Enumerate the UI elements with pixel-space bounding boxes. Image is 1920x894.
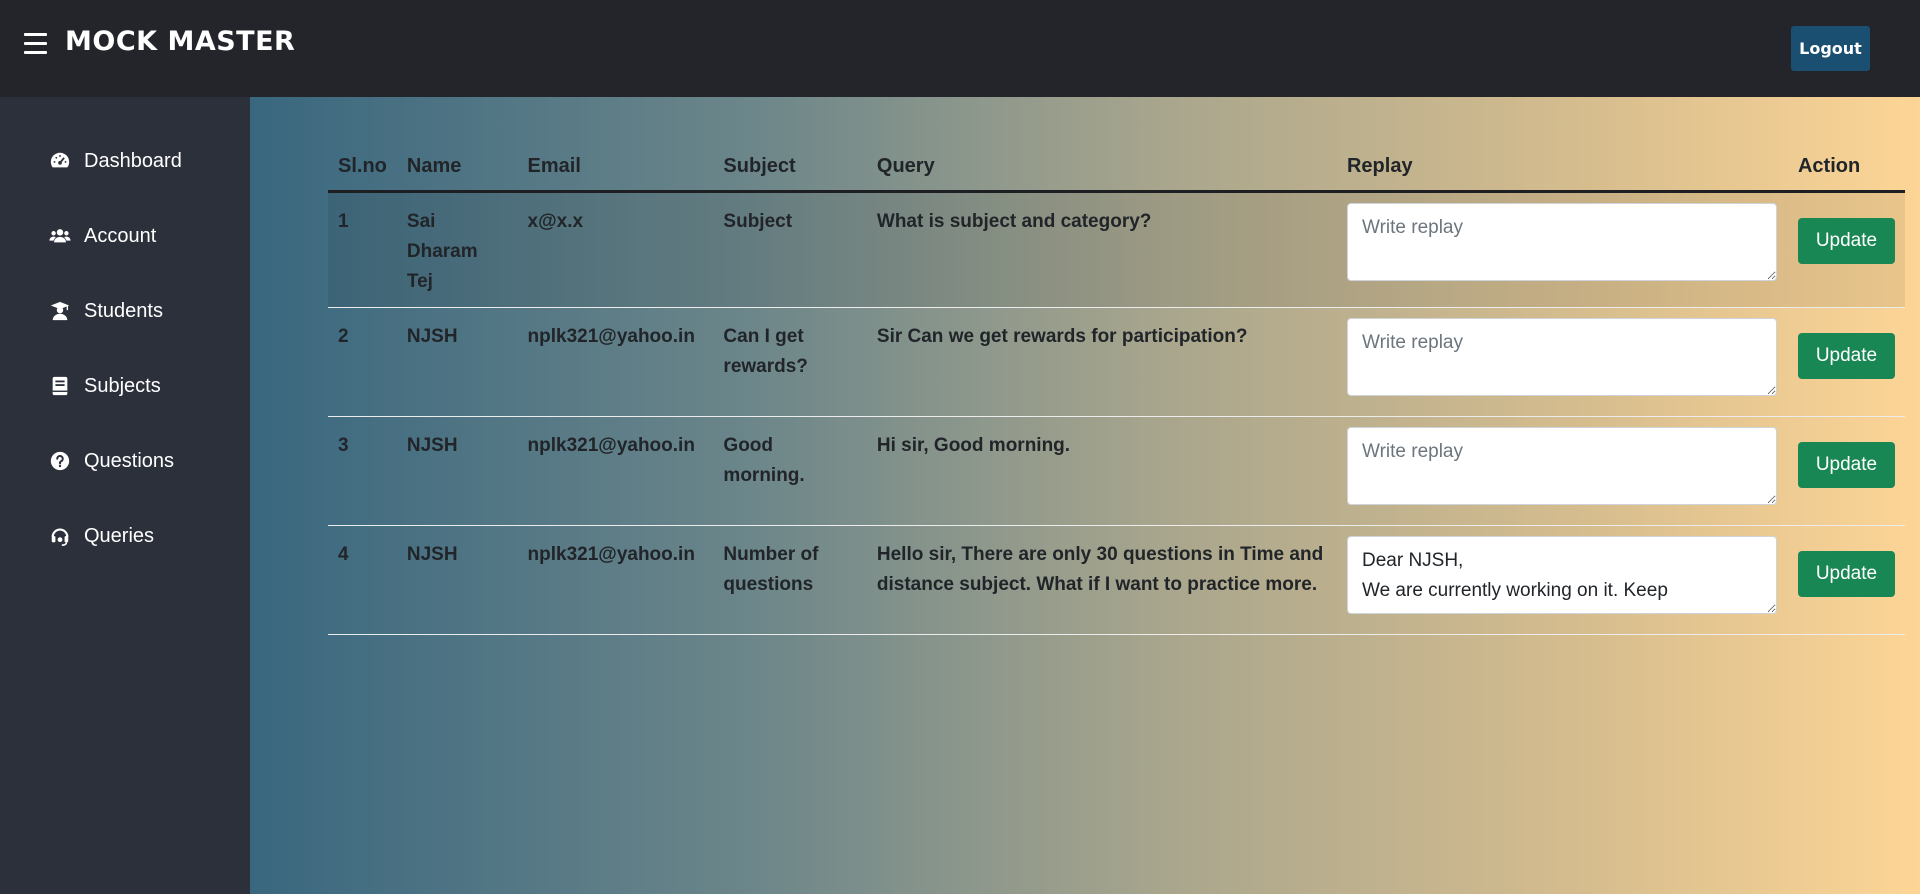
- cell-name: Sai Dharam Tej: [406, 211, 478, 292]
- brand-title: MOCK MASTER: [65, 26, 296, 57]
- cell-subject: Good morning.: [723, 435, 805, 486]
- sidebar-item-label: Students: [84, 299, 163, 322]
- header-replay: Replay: [1346, 155, 1413, 177]
- table-row: 2 NJSH nplk321@yahoo.in Can I get reward…: [328, 308, 1905, 417]
- cell-email: x@x.x: [527, 211, 584, 232]
- sidebar-item-label: Dashboard: [84, 149, 182, 172]
- table-row: 3 NJSH nplk321@yahoo.in Good morning. Hi…: [328, 417, 1905, 526]
- sidebar: Dashboard Account Students Subjects Ques…: [0, 97, 250, 894]
- header-subject: Subject: [723, 155, 796, 177]
- header-query: Query: [876, 155, 935, 177]
- table-row: 1 Sai Dharam Tej x@x.x Subject What is s…: [328, 191, 1905, 308]
- cell-slno: 3: [338, 435, 349, 456]
- sidebar-item-label: Subjects: [84, 374, 161, 397]
- cell-name: NJSH: [406, 326, 458, 347]
- logout-button[interactable]: Logout: [1791, 26, 1870, 71]
- reply-textarea[interactable]: [1346, 318, 1777, 396]
- sidebar-item-label: Questions: [84, 449, 175, 472]
- sidebar-item-subjects[interactable]: Subjects: [48, 374, 161, 398]
- speedometer-icon: [48, 149, 72, 173]
- header-slno: Sl.no: [338, 155, 387, 177]
- graduate-icon: [48, 299, 72, 323]
- cell-slno: 2: [338, 326, 349, 347]
- sidebar-item-label: Account: [84, 224, 157, 247]
- cell-email: nplk321@yahoo.in: [527, 544, 695, 565]
- top-navbar: MOCK MASTER Logout: [0, 0, 1920, 97]
- cell-subject: Subject: [723, 211, 793, 232]
- reply-textarea[interactable]: [1346, 203, 1777, 281]
- users-icon: [48, 224, 72, 248]
- cell-query: Hello sir, There are only 30 questions i…: [876, 544, 1324, 595]
- sidebar-item-students[interactable]: Students: [48, 299, 163, 323]
- headset-icon: [48, 524, 72, 548]
- header-action: Action: [1797, 155, 1861, 177]
- update-button[interactable]: Update: [1797, 442, 1895, 488]
- cell-subject: Can I get rewards?: [723, 326, 808, 377]
- sidebar-item-label: Queries: [84, 524, 155, 547]
- cell-query: Sir Can we get rewards for participation…: [876, 326, 1248, 347]
- question-circle-icon: [48, 449, 72, 473]
- cell-email: nplk321@yahoo.in: [527, 435, 695, 456]
- header-email: Email: [527, 155, 581, 177]
- update-button[interactable]: Update: [1797, 551, 1895, 597]
- header-name: Name: [406, 155, 462, 177]
- update-button[interactable]: Update: [1797, 218, 1895, 264]
- main-content: Sl.no Name Email Subject Query Replay Ac…: [250, 97, 1920, 894]
- table-header-row: Sl.no Name Email Subject Query Replay Ac…: [328, 155, 1905, 192]
- hamburger-menu-icon[interactable]: [24, 33, 47, 54]
- cell-name: NJSH: [406, 544, 458, 565]
- cell-slno: 4: [338, 544, 349, 565]
- sidebar-item-queries[interactable]: Queries: [48, 524, 154, 548]
- sidebar-item-questions[interactable]: Questions: [48, 449, 174, 473]
- sidebar-item-dashboard[interactable]: Dashboard: [48, 149, 182, 173]
- book-icon: [48, 374, 72, 398]
- reply-textarea[interactable]: [1346, 536, 1777, 614]
- cell-query: What is subject and category?: [876, 211, 1152, 232]
- table-row: 4 NJSH nplk321@yahoo.in Number of questi…: [328, 526, 1905, 635]
- cell-subject: Number of questions: [723, 544, 819, 595]
- cell-name: NJSH: [406, 435, 458, 456]
- cell-slno: 1: [338, 211, 349, 232]
- cell-query: Hi sir, Good morning.: [876, 435, 1071, 456]
- update-button[interactable]: Update: [1797, 333, 1895, 379]
- reply-textarea[interactable]: [1346, 427, 1777, 505]
- queries-table: Sl.no Name Email Subject Query Replay Ac…: [328, 155, 1905, 635]
- cell-email: nplk321@yahoo.in: [527, 326, 695, 347]
- sidebar-item-account[interactable]: Account: [48, 224, 156, 248]
